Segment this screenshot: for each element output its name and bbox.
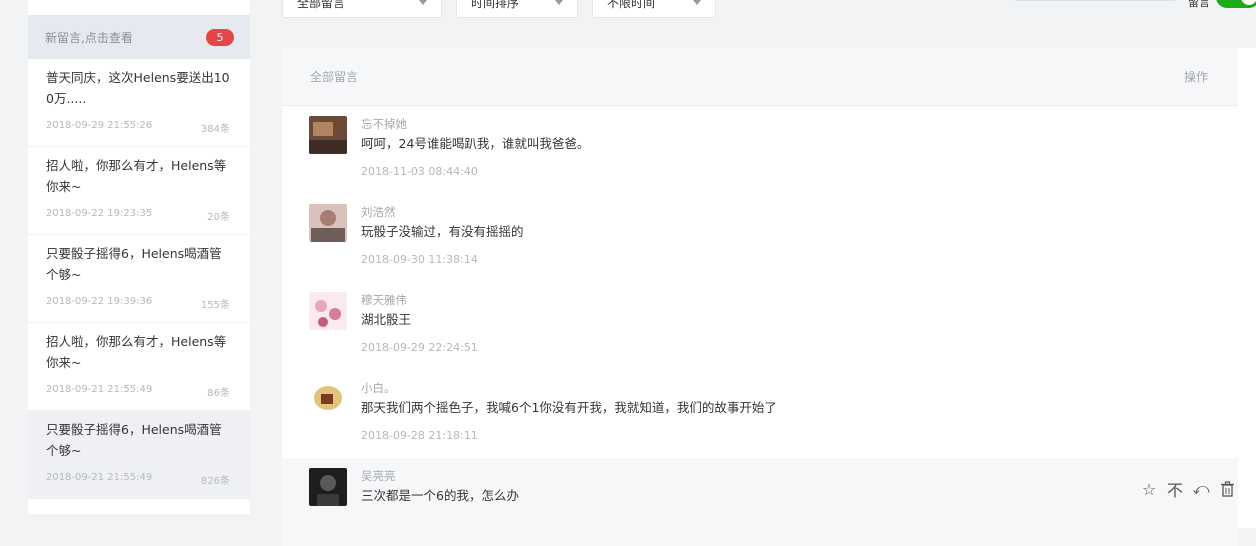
article-title: 只要骰子摇得6，Helens喝酒管个够~ (46, 246, 222, 282)
article-time: 2018-09-21 21:55:49 (46, 384, 153, 395)
filter-type-select[interactable]: 全部留言 (282, 0, 442, 18)
comment-actions: ☆ 不 ⤺ (1140, 479, 1236, 500)
new-messages-bar[interactable]: 新留言,点击查看 5 (28, 15, 250, 59)
actions-column-title: 操作 (1183, 70, 1208, 84)
comment-text: 三次都是一个6的我，怎么办 (361, 488, 519, 503)
article-time: 2018-09-22 19:39:36 (46, 296, 153, 307)
article-title: 普天同庆，这次Helens要送出100万..... (46, 70, 230, 106)
chevron-down-icon (693, 0, 701, 5)
comments-header: 全部留言 操作 (282, 48, 1238, 106)
comment-author: 穆天雅伟 (361, 293, 407, 307)
filter-type-value: 全部留言 (297, 0, 346, 10)
comment-text: 玩骰子没输过，有没有摇摇的 (361, 224, 524, 239)
reply-icon[interactable]: ⤺ (1192, 479, 1210, 498)
article-title: 只要骰子摇得6，Helens喝酒管个够~ (46, 422, 222, 458)
article-time: 2018-09-29 21:55:26 (46, 120, 153, 131)
comment-text: 湖北骰王 (361, 312, 412, 327)
comment-author: 刘浩然 (361, 205, 396, 219)
comment-row[interactable]: 刘浩然 玩骰子没输过，有没有摇摇的 2018-09-30 11:38:14 (282, 194, 1238, 282)
comment-row[interactable]: 小白。 那天我们两个摇色子，我喊6个1你没有开我，我就知道，我们的故事开始了 2… (282, 370, 1238, 458)
sidebar: 新留言,点击查看 5 普天同庆，这次Helens要送出100万..... 201… (28, 0, 250, 514)
filter-sort-select[interactable]: 时间排序 (456, 0, 578, 18)
article-title: 招人啦，你那么有才，Helens等你来~ (46, 158, 227, 194)
comment-text: 那天我们两个摇色子，我喊6个1你没有开我，我就知道，我们的故事开始了 (361, 400, 777, 415)
comment-text: 呵呵，24号谁能喝趴我，谁就叫我爸爸。 (361, 136, 590, 151)
comment-time: 2018-09-28 21:18:11 (361, 429, 478, 442)
comments-panel: 全部留言 操作 忘不掉她 呵呵，24号谁能喝趴我，谁就叫我爸爸。 2018-11… (282, 48, 1256, 546)
comment-time: 2018-11-03 08:44:40 (361, 165, 478, 178)
article-count: 826条 (200, 476, 230, 487)
article-item[interactable]: 招人啦，你那么有才，Helens等你来~ 2018-09-22 19:23:35… (28, 147, 250, 235)
filter-sort-value: 时间排序 (471, 0, 520, 10)
article-count: 155条 (200, 300, 230, 311)
comment-author: 小白。 (361, 381, 396, 395)
comment-row-hovered[interactable]: 吴亮亮 三次都是一个6的我，怎么办 ☆ 不 ⤺ (282, 458, 1238, 546)
toggle-knob (1241, 0, 1256, 5)
comments-title: 全部留言 (310, 70, 359, 84)
comment-time: 2018-09-29 22:24:51 (361, 341, 478, 354)
avatar[interactable] (309, 468, 347, 506)
article-time: 2018-09-21 21:55:49 (46, 472, 153, 483)
avatar[interactable] (309, 204, 347, 242)
chevron-down-icon (419, 0, 427, 5)
article-time: 2018-09-22 19:23:35 (46, 208, 153, 219)
article-item[interactable]: 普天同庆，这次Helens要送出100万..... 2018-09-29 21:… (28, 59, 250, 147)
article-count: 86条 (207, 388, 230, 399)
article-item[interactable]: 招人啦，你那么有才，Helens等你来~ 2018-09-21 21:55:49… (28, 323, 250, 411)
comment-author: 忘不掉她 (361, 117, 407, 131)
filter-time-value: 不限时间 (607, 0, 656, 10)
avatar[interactable] (309, 380, 347, 418)
article-title: 招人啦，你那么有才，Helens等你来~ (46, 334, 227, 370)
comment-row[interactable]: 穆天雅伟 湖北骰王 2018-09-29 22:24:51 (282, 282, 1238, 370)
avatar[interactable] (309, 116, 347, 154)
new-messages-badge: 5 (206, 28, 234, 46)
toggle-label: 留言 (1188, 0, 1210, 9)
comment-time: 2018-09-30 11:38:14 (361, 253, 478, 266)
chevron-down-icon (555, 0, 563, 5)
new-messages-text: 新留言,点击查看 (45, 30, 133, 45)
pin-top-icon[interactable]: 不 (1166, 480, 1184, 500)
comment-toggle-switch[interactable] (1216, 0, 1256, 8)
article-count: 20条 (207, 212, 230, 223)
comment-author: 吴亮亮 (361, 469, 396, 483)
article-count: 384条 (200, 124, 230, 135)
avatar[interactable] (309, 292, 347, 330)
article-item[interactable]: 只要骰子摇得6，Helens喝酒管个够~ 2018-09-22 19:39:36… (28, 235, 250, 323)
star-icon[interactable]: ☆ (1140, 480, 1158, 499)
filter-time-select[interactable]: 不限时间 (592, 0, 716, 18)
trash-icon[interactable] (1218, 480, 1236, 498)
comment-row[interactable]: 忘不掉她 呵呵，24号谁能喝趴我，谁就叫我爸爸。 2018-11-03 08:4… (282, 106, 1238, 194)
article-item-selected[interactable]: 只要骰子摇得6，Helens喝酒管个够~ 2018-09-21 21:55:49… (28, 411, 250, 499)
search-input[interactable] (1015, 0, 1175, 1)
